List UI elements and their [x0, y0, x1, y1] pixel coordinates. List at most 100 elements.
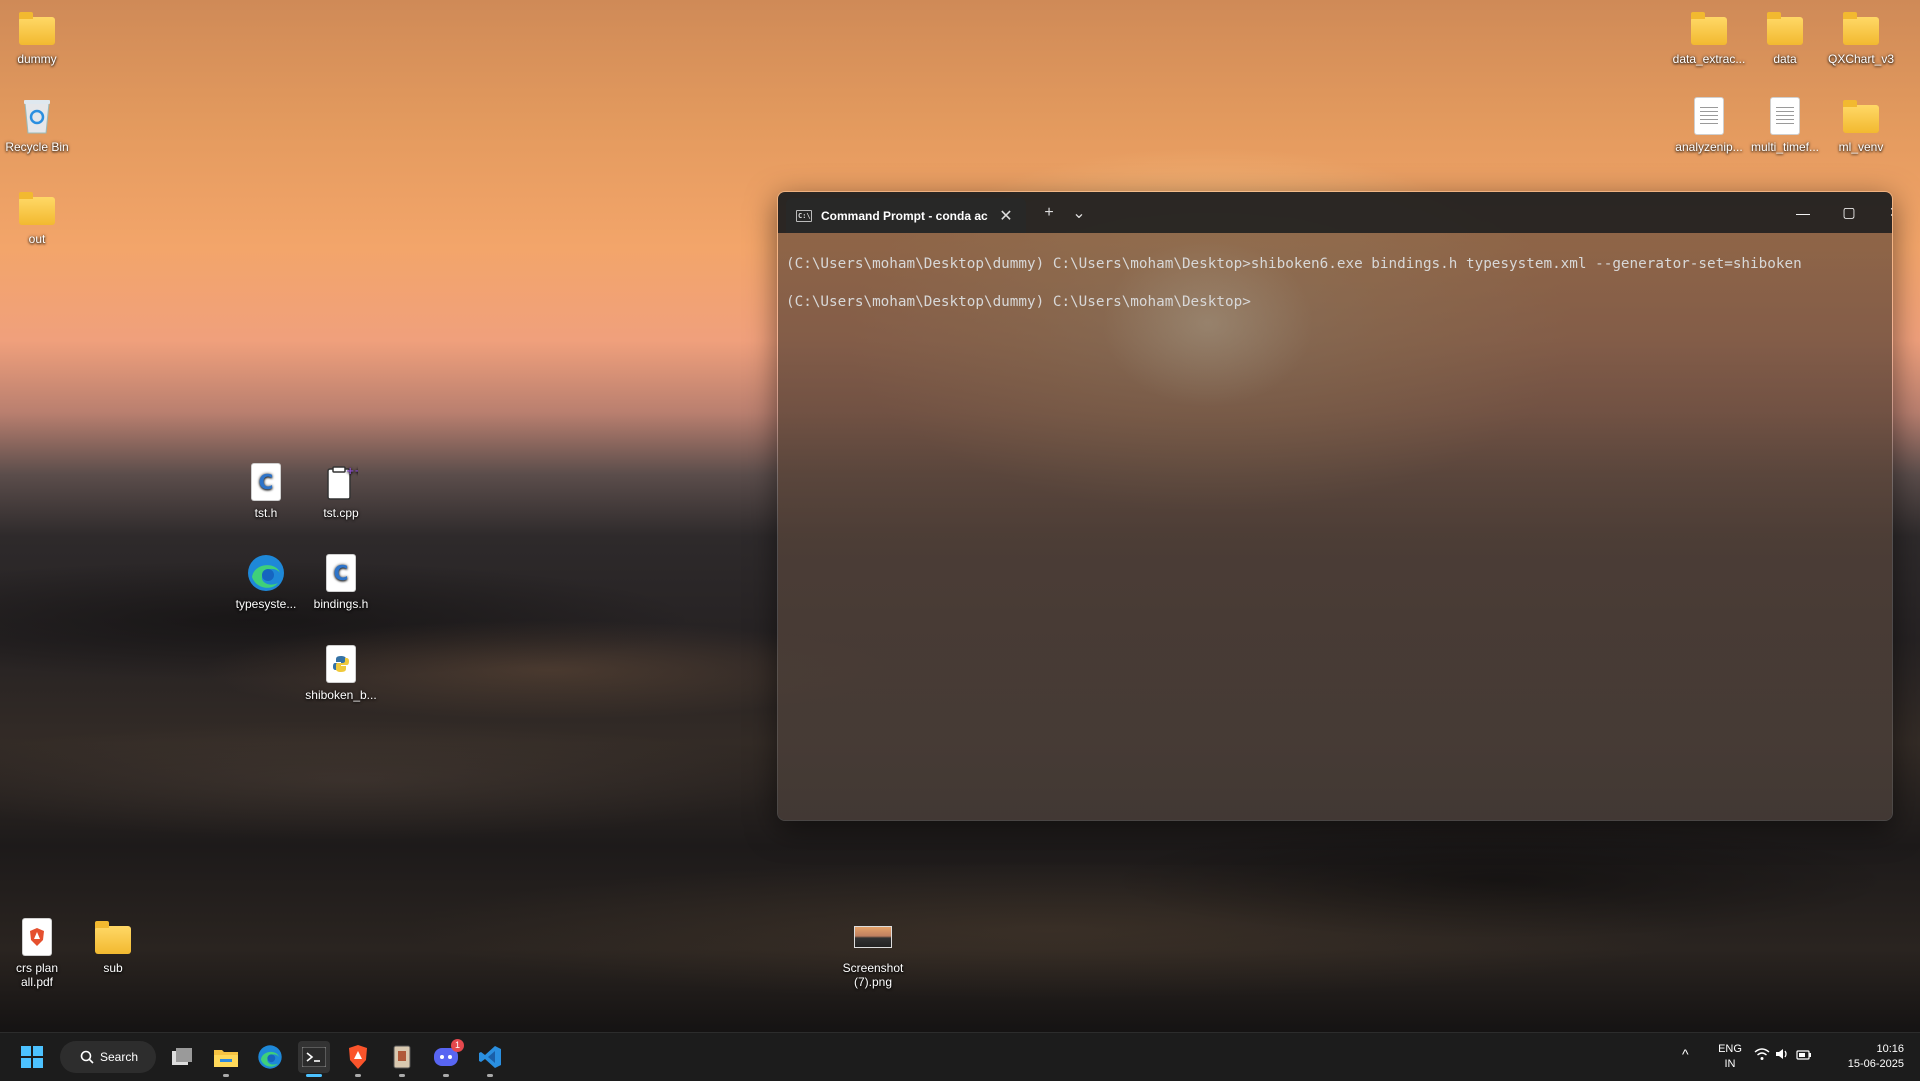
terminal-icon [302, 1047, 326, 1067]
running-indicator [487, 1074, 493, 1077]
taskbar-file-explorer[interactable] [210, 1041, 242, 1077]
desktop-icon-dummy[interactable]: dummy [0, 8, 75, 66]
tab-close-icon[interactable]: ✕ [996, 206, 1016, 226]
desktop-icon-data-extrac[interactable]: data_extrac... [1671, 8, 1747, 66]
brave-browser-icon [349, 1045, 367, 1069]
folder-icon [1691, 12, 1727, 45]
language-code: ENG [1718, 1043, 1742, 1055]
svg-text:++: ++ [346, 466, 358, 477]
close-window-button[interactable]: ✕ [1872, 192, 1892, 233]
system-status[interactable] [1754, 1047, 1812, 1061]
recycle-bin-icon [24, 100, 50, 134]
folder-icon [1843, 12, 1879, 45]
start-button[interactable] [16, 1041, 48, 1073]
document-app-icon [393, 1045, 411, 1069]
icon-label: data [1773, 52, 1797, 66]
icon-label: Recycle Bin [5, 140, 69, 154]
running-indicator [223, 1074, 229, 1077]
icon-label: ml_venv [1838, 140, 1884, 154]
pdf-file-icon [23, 919, 51, 955]
icon-label: Screenshot (7).png [842, 961, 904, 989]
windows-logo-icon [21, 1046, 43, 1068]
notification-badge: 1 [451, 1039, 464, 1052]
icon-label: crs plan all.pdf [15, 961, 59, 989]
desktop-icon-analyzenip[interactable]: analyzenip... [1671, 96, 1747, 154]
running-indicator [355, 1074, 361, 1077]
terminal-prompt-line: (C:\Users\moham\Desktop\dummy) C:\Users\… [786, 294, 1251, 310]
terminal-output[interactable]: (C:\Users\moham\Desktop\dummy) C:\Users\… [778, 233, 1892, 820]
folder-icon [1767, 12, 1803, 45]
maximize-button[interactable]: ▢ [1826, 192, 1872, 233]
desktop-icon-shiboken-b[interactable]: shiboken_b... [303, 644, 379, 702]
text-file-icon [1771, 98, 1799, 134]
icon-label: shiboken_b... [305, 688, 377, 702]
folder-icon [95, 921, 131, 954]
icon-label: tst.h [254, 506, 278, 520]
icon-label: QXChart_v3 [1827, 52, 1895, 66]
file-explorer-icon [214, 1050, 238, 1067]
running-indicator [399, 1074, 405, 1077]
desktop-icon-data[interactable]: data [1747, 8, 1823, 66]
desktop-icon-screenshot-png[interactable]: Screenshot (7).png [835, 917, 911, 989]
icon-label: sub [103, 961, 123, 975]
text-file-icon [1695, 98, 1723, 134]
desktop-icon-qxchart-v3[interactable]: QXChart_v3 [1823, 8, 1899, 66]
taskbar-app[interactable] [386, 1041, 418, 1077]
desktop-icon-typesystem[interactable]: typesyste... [228, 553, 304, 611]
task-view-icon [172, 1048, 192, 1065]
icon-label: data_extrac... [1672, 52, 1746, 66]
image-file-icon [854, 926, 892, 948]
language-indicator[interactable]: ENG IN [1714, 1042, 1746, 1072]
taskbar-terminal[interactable] [298, 1041, 330, 1077]
desktop-icon-ml-venv[interactable]: ml_venv [1823, 96, 1899, 154]
icon-label: tst.cpp [323, 506, 359, 520]
volume-icon [1776, 1049, 1787, 1059]
folder-icon [1843, 100, 1879, 133]
taskbar-discord[interactable]: 1 [430, 1039, 464, 1077]
icon-label: multi_timef... [1750, 140, 1819, 154]
icon-label: typesyste... [235, 597, 297, 611]
c-header-file-icon: C [327, 555, 355, 591]
edge-browser-icon [248, 555, 284, 591]
clock-time: 10:16 [1876, 1043, 1904, 1055]
desktop-icon-recycle-bin[interactable]: Recycle Bin [0, 96, 75, 154]
terminal-titlebar[interactable]: C:\ Command Prompt - conda ac ✕ + ⌄ — ▢ … [778, 192, 1892, 233]
desktop-icon-out[interactable]: out [0, 188, 75, 246]
taskbar: Search 1 ^ ENG IN 10:16 15-06-2025 [0, 1032, 1920, 1081]
c-header-file-icon: C [252, 464, 280, 500]
desktop: dummy Recycle Bin out C tst.h ++ tst.cpp [0, 0, 1920, 1032]
icon-label: bindings.h [313, 597, 369, 611]
terminal-line: (C:\Users\moham\Desktop\dummy) C:\Users\… [786, 256, 1802, 272]
minimize-button[interactable]: — [1780, 192, 1826, 233]
folder-icon [19, 192, 55, 225]
new-tab-button[interactable]: + [1034, 204, 1064, 222]
cpp-file-icon: ++ [327, 466, 358, 500]
desktop-icon-tst-h[interactable]: C tst.h [228, 462, 304, 520]
terminal-window[interactable]: C:\ Command Prompt - conda ac ✕ + ⌄ — ▢ … [777, 191, 1893, 821]
region-code: IN [1724, 1058, 1736, 1070]
tray-overflow-icon[interactable]: ^ [1682, 1047, 1689, 1062]
tab-dropdown-icon[interactable]: ⌄ [1064, 203, 1094, 223]
task-view-button[interactable] [166, 1041, 198, 1073]
taskbar-vscode[interactable] [474, 1041, 506, 1077]
command-prompt-icon: C:\ [796, 209, 812, 222]
desktop-icon-bindings-h[interactable]: C bindings.h [303, 553, 379, 611]
taskbar-edge[interactable] [254, 1041, 286, 1073]
icon-label: out [28, 232, 46, 246]
vscode-icon [479, 1046, 501, 1068]
clock-date: 15-06-2025 [1847, 1058, 1904, 1070]
wifi-icon [1754, 1048, 1770, 1060]
active-indicator [306, 1074, 322, 1077]
clock[interactable]: 10:16 15-06-2025 [1834, 1042, 1904, 1072]
taskbar-search[interactable]: Search [60, 1041, 156, 1073]
python-file-icon [327, 646, 355, 682]
desktop-icon-sub[interactable]: sub [75, 917, 151, 975]
folder-icon [19, 12, 55, 45]
terminal-tab[interactable]: C:\ Command Prompt - conda ac ✕ [786, 198, 1026, 233]
edge-browser-icon [258, 1045, 282, 1069]
tab-title: Command Prompt - conda ac [821, 208, 988, 223]
desktop-icon-multi-timef[interactable]: multi_timef... [1747, 96, 1823, 154]
desktop-icon-crs-plan-pdf[interactable]: crs plan all.pdf [0, 917, 75, 989]
desktop-icon-tst-cpp[interactable]: ++ tst.cpp [303, 462, 379, 520]
taskbar-brave[interactable] [342, 1041, 374, 1077]
